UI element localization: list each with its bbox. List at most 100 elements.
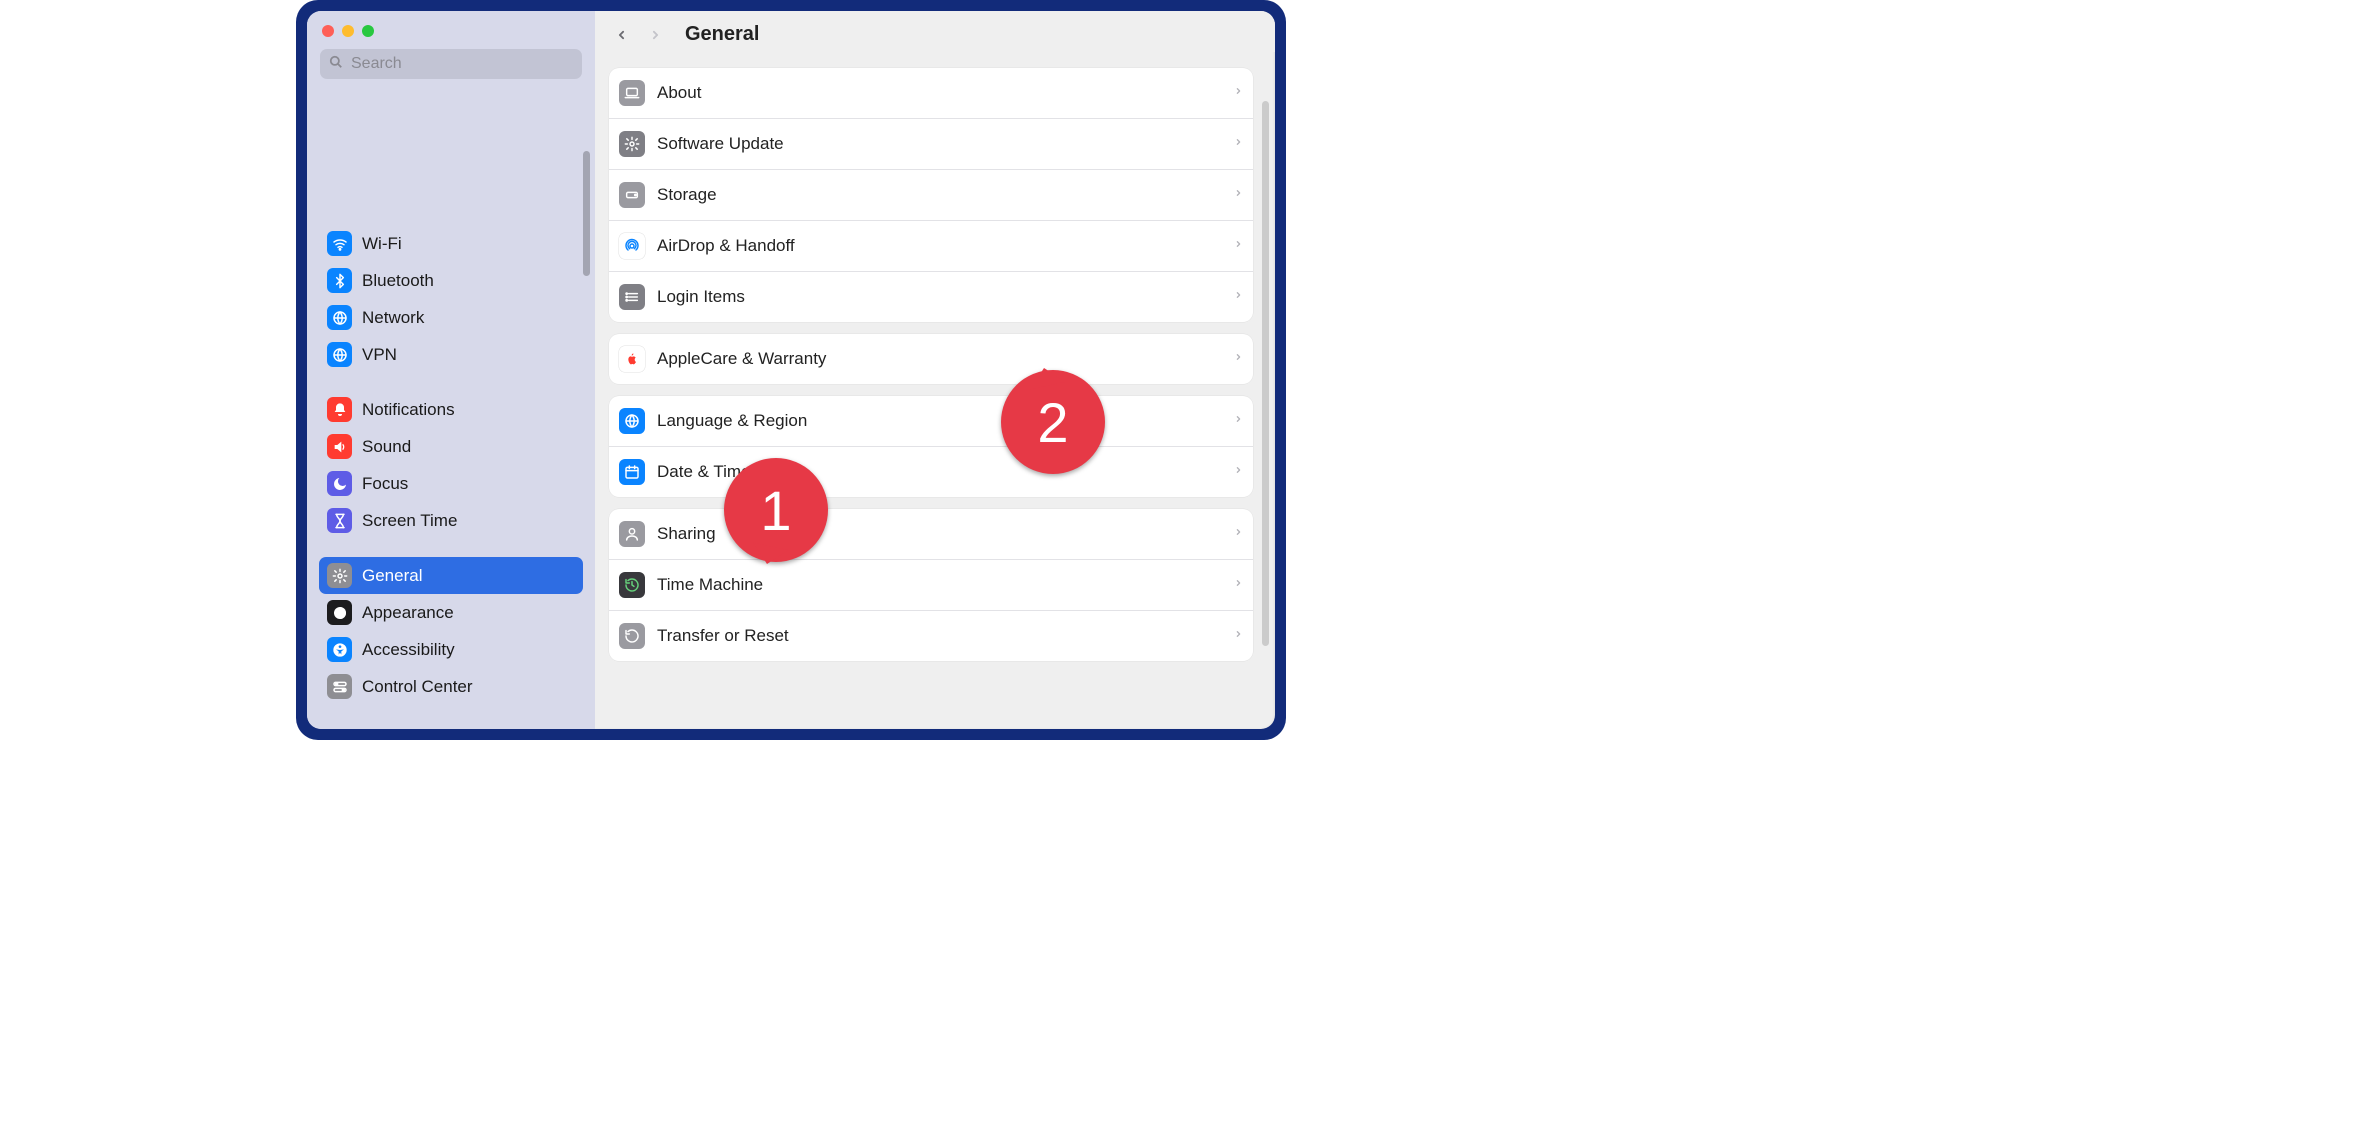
main-header: General [595, 11, 1275, 52]
screenshot-frame: Wi-Fi Bluetooth Network VPN Notifications Sou… [296, 0, 1286, 740]
sidebar-item-sound[interactable]: Sound [319, 428, 583, 465]
applecare-icon [619, 346, 645, 372]
sidebar-scrollbar[interactable] [583, 151, 590, 276]
chevron-right-icon [1234, 288, 1243, 307]
search-icon [329, 55, 343, 74]
sidebar-item-label: Screen Time [362, 511, 457, 531]
main-content: General About Software Update Storage AirDr… [595, 11, 1275, 729]
settings-row-language[interactable]: Language & Region [609, 396, 1253, 446]
chevron-right-icon [1234, 237, 1243, 256]
chevron-right-icon [1234, 576, 1243, 595]
sidebar-item-label: Notifications [362, 400, 455, 420]
sidebar-item-label: General [362, 566, 422, 586]
sidebar-item-appearance[interactable]: Appearance [319, 594, 583, 631]
chevron-right-icon [1234, 84, 1243, 103]
settings-row-label: Time Machine [657, 575, 1222, 595]
settings-row-label: Date & Time [657, 462, 1222, 482]
settings-row-label: AppleCare & Warranty [657, 349, 1222, 369]
settings-row-label: AirDrop & Handoff [657, 236, 1222, 256]
settings-row-label: Storage [657, 185, 1222, 205]
sidebar-item-accessibility[interactable]: Accessibility [319, 631, 583, 668]
chevron-right-icon [1234, 627, 1243, 646]
notifications-icon [327, 397, 352, 422]
storage-icon [619, 182, 645, 208]
settings-row-airdrop[interactable]: AirDrop & Handoff [609, 220, 1253, 271]
settings-row-storage[interactable]: Storage [609, 169, 1253, 220]
vpn-icon [327, 342, 352, 367]
main-scrollbar[interactable] [1262, 101, 1269, 646]
sidebar-item-network[interactable]: Network [319, 299, 583, 336]
nav-back-button[interactable] [611, 25, 631, 45]
accessibility-icon [327, 637, 352, 662]
settings-panel: Language & Region Date & Time [609, 396, 1253, 497]
page-title: General [685, 23, 759, 46]
nav-forward-button[interactable] [645, 25, 665, 45]
airdrop-icon [619, 233, 645, 259]
chevron-right-icon [1234, 412, 1243, 431]
sidebar-item-bluetooth[interactable]: Bluetooth [319, 262, 583, 299]
settings-row-applecare[interactable]: AppleCare & Warranty [609, 334, 1253, 384]
sidebar-item-controlcenter[interactable]: Control Center [319, 668, 583, 705]
sidebar: Wi-Fi Bluetooth Network VPN Notifications Sou… [307, 11, 595, 729]
appearance-icon [327, 600, 352, 625]
login-items-icon [619, 284, 645, 310]
wifi-icon [327, 231, 352, 256]
time-machine-icon [619, 572, 645, 598]
sidebar-item-notifications[interactable]: Notifications [319, 391, 583, 428]
transfer-reset-icon [619, 623, 645, 649]
search-input[interactable] [349, 54, 573, 74]
settings-row-softwareupdate[interactable]: Software Update [609, 118, 1253, 169]
sidebar-item-label: Network [362, 308, 424, 328]
chevron-right-icon [1234, 186, 1243, 205]
settings-panel: AppleCare & Warranty [609, 334, 1253, 384]
control-center-icon [327, 674, 352, 699]
general-icon [327, 563, 352, 588]
language-region-icon [619, 408, 645, 434]
sidebar-item-label: Appearance [362, 603, 454, 623]
software-update-icon [619, 131, 645, 157]
sidebar-item-screentime[interactable]: Screen Time [319, 502, 583, 539]
about-icon [619, 80, 645, 106]
settings-row-label: About [657, 83, 1222, 103]
date-time-icon [619, 459, 645, 485]
close-window-button[interactable] [322, 25, 334, 37]
settings-panel: About Software Update Storage AirDrop & Han… [609, 68, 1253, 322]
sound-icon [327, 434, 352, 459]
sidebar-item-label: Wi-Fi [362, 234, 402, 254]
settings-row-sharing[interactable]: Sharing [609, 509, 1253, 559]
settings-row-about[interactable]: About [609, 68, 1253, 118]
chevron-right-icon [1234, 463, 1243, 482]
settings-row-label: Software Update [657, 134, 1222, 154]
chevron-right-icon [1234, 525, 1243, 544]
sidebar-item-focus[interactable]: Focus [319, 465, 583, 502]
settings-panel: Sharing Time Machine Transfer or Reset [609, 509, 1253, 661]
sidebar-item-label: VPN [362, 345, 397, 365]
sidebar-item-vpn[interactable]: VPN [319, 336, 583, 373]
settings-row-timemachine[interactable]: Time Machine [609, 559, 1253, 610]
settings-row-transfer[interactable]: Transfer or Reset [609, 610, 1253, 661]
window-controls [307, 11, 595, 47]
fullscreen-window-button[interactable] [362, 25, 374, 37]
settings-row-label: Transfer or Reset [657, 626, 1222, 646]
settings-row-label: Login Items [657, 287, 1222, 307]
screentime-icon [327, 508, 352, 533]
sidebar-item-label: Bluetooth [362, 271, 434, 291]
search-field[interactable] [320, 49, 582, 79]
minimize-window-button[interactable] [342, 25, 354, 37]
chevron-right-icon [1234, 350, 1243, 369]
bluetooth-icon [327, 268, 352, 293]
sidebar-item-wifi[interactable]: Wi-Fi [319, 225, 583, 262]
sidebar-item-label: Control Center [362, 677, 473, 697]
chevron-right-icon [1234, 135, 1243, 154]
settings-row-datetime[interactable]: Date & Time [609, 446, 1253, 497]
sidebar-item-label: Accessibility [362, 640, 455, 660]
settings-row-label: Sharing [657, 524, 1222, 544]
settings-row-loginitems[interactable]: Login Items [609, 271, 1253, 322]
focus-icon [327, 471, 352, 496]
network-icon [327, 305, 352, 330]
sidebar-item-label: Focus [362, 474, 408, 494]
settings-window: Wi-Fi Bluetooth Network VPN Notifications Sou… [307, 11, 1275, 729]
sidebar-item-general[interactable]: General [319, 557, 583, 594]
sidebar-item-label: Sound [362, 437, 411, 457]
settings-row-label: Language & Region [657, 411, 1222, 431]
